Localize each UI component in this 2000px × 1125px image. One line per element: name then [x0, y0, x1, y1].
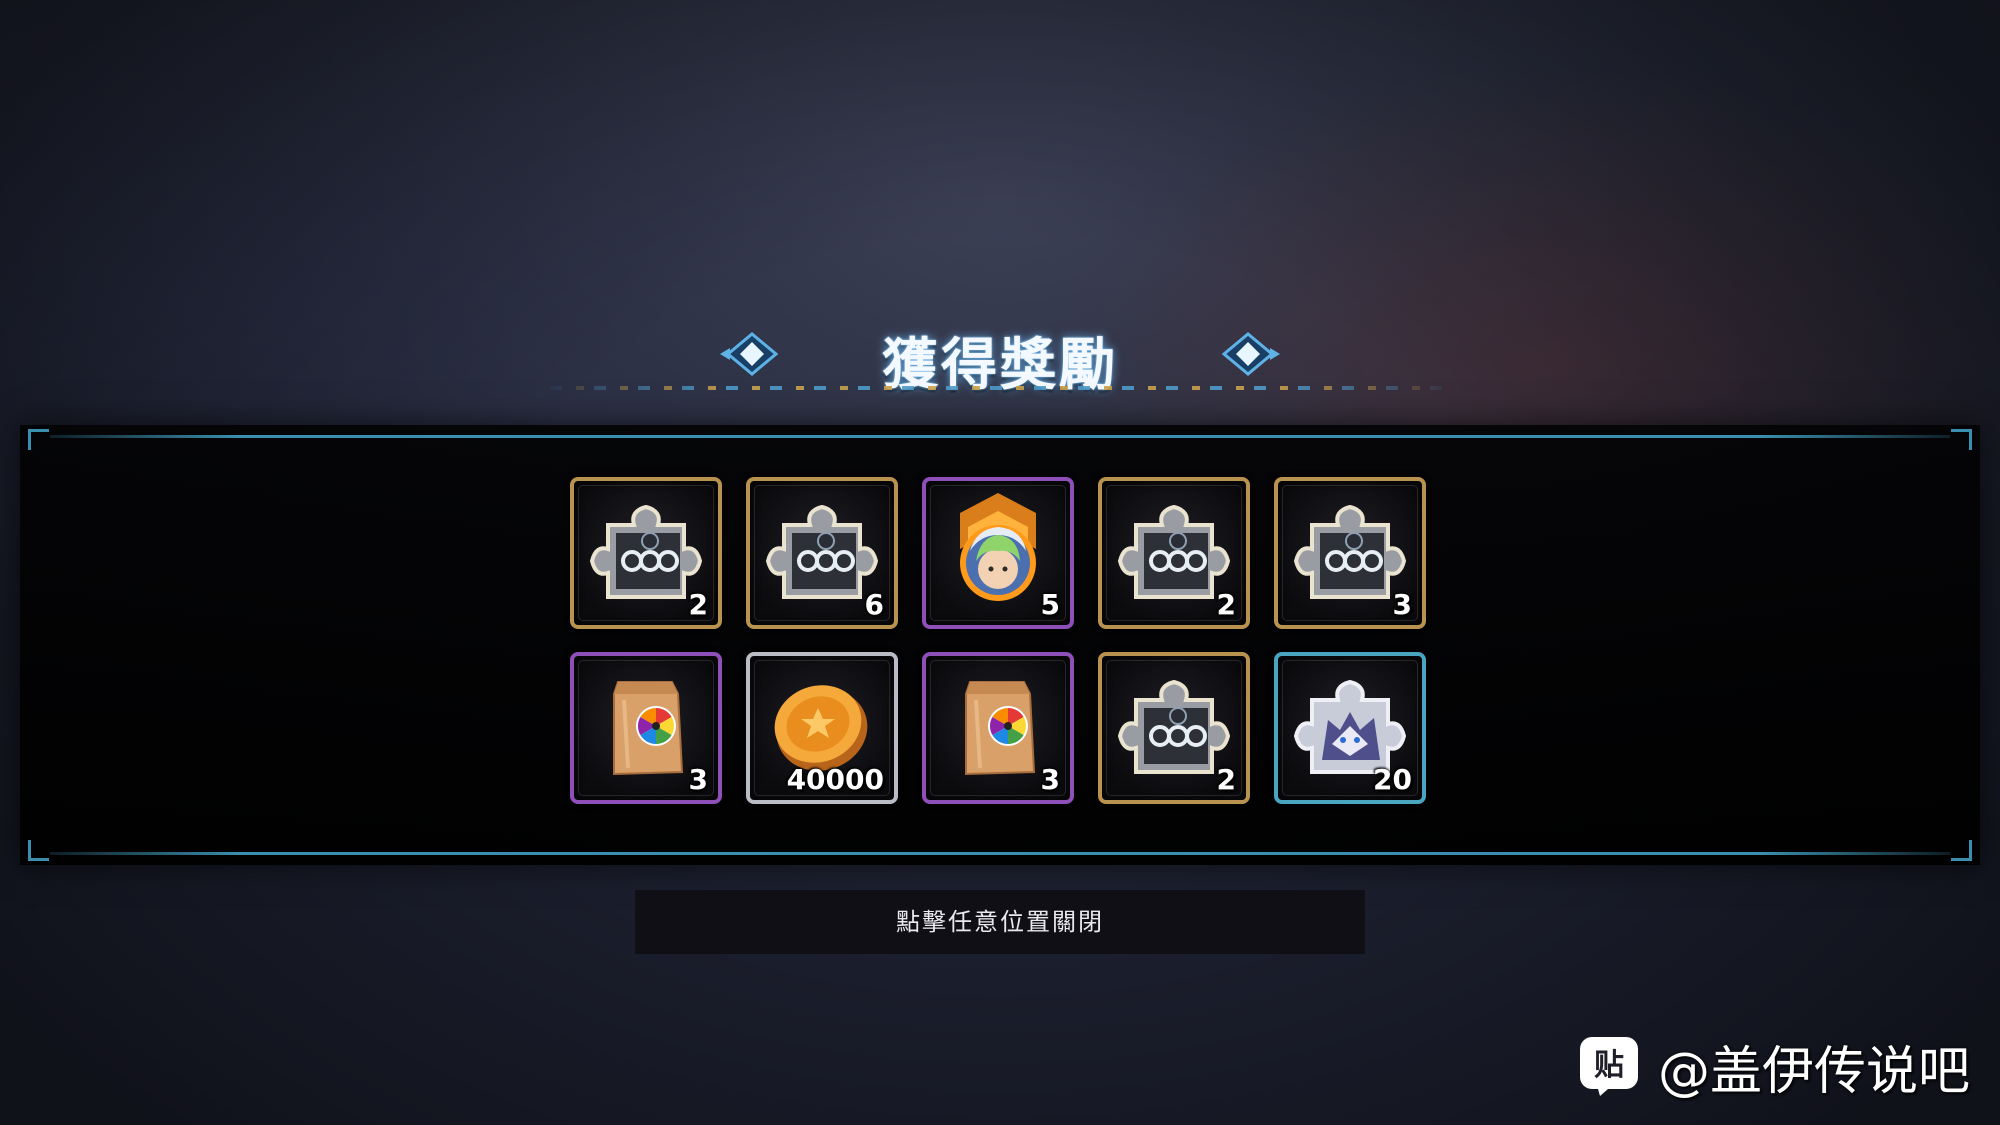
- panel-corner-ornament: [1951, 429, 1972, 450]
- reward-title-banner: 獲得獎勵: [540, 300, 1460, 400]
- panel-bottom-border: [50, 852, 1950, 855]
- reward-count: 20: [1373, 763, 1412, 796]
- panel-top-border: [50, 435, 1950, 438]
- svg-text:贴: 贴: [1594, 1048, 1624, 1083]
- reward-count: 5: [1040, 588, 1060, 621]
- reward-count: 6: [864, 588, 884, 621]
- reward-slot[interactable]: 3: [570, 652, 722, 804]
- reward-count: 2: [1216, 588, 1236, 621]
- title-divider: [540, 386, 1460, 390]
- reward-count: 3: [1040, 763, 1060, 796]
- reward-slot[interactable]: 2: [570, 477, 722, 629]
- reward-slot[interactable]: 2: [1098, 477, 1250, 629]
- reward-slot[interactable]: 3: [1274, 477, 1426, 629]
- reward-slot[interactable]: 5: [922, 477, 1074, 629]
- reward-slot[interactable]: 20: [1274, 652, 1426, 804]
- reward-slot[interactable]: 2: [1098, 652, 1250, 804]
- diamond-ornament-icon: [1221, 332, 1280, 376]
- reward-slot[interactable]: 3: [922, 652, 1074, 804]
- panel-corner-ornament: [28, 429, 49, 450]
- reward-count: 3: [688, 763, 708, 796]
- tieba-logo-icon: 贴: [1579, 1037, 1638, 1096]
- watermark: 贴 @盖伊传说吧: [1578, 1031, 1970, 1102]
- reward-count: 40000: [786, 763, 884, 796]
- reward-slot[interactable]: 40000: [746, 652, 898, 804]
- panel-corner-ornament: [28, 840, 49, 861]
- reward-count: 2: [1216, 763, 1236, 796]
- reward-panel: 2 6 5 2 3 3 40000 3 2 20: [20, 425, 1980, 865]
- watermark-text: @盖伊传说吧: [1657, 1041, 1970, 1102]
- reward-slot[interactable]: 6: [746, 477, 898, 629]
- reward-count: 2: [688, 588, 708, 621]
- reward-grid: 2 6 5 2 3 3 40000 3 2 20: [570, 477, 1450, 804]
- tap-to-close-hint[interactable]: 點擊任意位置關閉: [635, 890, 1365, 954]
- panel-corner-ornament: [1951, 840, 1972, 861]
- reward-count: 3: [1392, 588, 1412, 621]
